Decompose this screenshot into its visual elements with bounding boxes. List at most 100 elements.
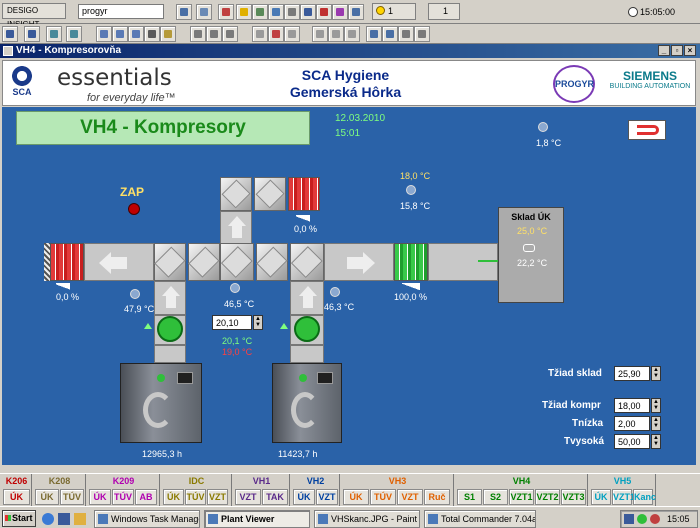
damper-right[interactable] (394, 243, 428, 281)
setpoint-spinner-1[interactable]: ▲ ▼ (651, 366, 661, 381)
tool-icon-b13[interactable] (252, 26, 268, 42)
tool-icon-b10[interactable] (190, 26, 206, 42)
tool-icon-10[interactable] (332, 4, 348, 20)
tool-icon-b11[interactable] (206, 26, 222, 42)
setpoint-value-2[interactable]: 18,00 (614, 398, 650, 413)
fan-right-icon[interactable] (294, 316, 320, 342)
nav-button[interactable]: ÚK (89, 489, 111, 505)
tool-icon-9[interactable] (316, 4, 332, 20)
tool-icon-b20[interactable] (382, 26, 398, 42)
tool-icon-b19[interactable] (366, 26, 382, 42)
tool-icon-b4[interactable] (66, 26, 82, 42)
nav-button[interactable]: ÚK (591, 489, 611, 505)
nav-button[interactable]: VZT (397, 489, 423, 505)
nav-button[interactable]: ÚK (163, 489, 184, 505)
nav-button[interactable]: AB (135, 489, 157, 505)
close-button[interactable]: × (684, 45, 696, 56)
tool-icon-2[interactable] (196, 4, 212, 20)
tool-icon-3[interactable] (218, 4, 234, 20)
tool-icon-b22[interactable] (414, 26, 430, 42)
nav-back-icon[interactable] (2, 26, 18, 42)
nav-button[interactable]: VZT (207, 489, 228, 505)
maximize-button[interactable]: ▫ (671, 45, 683, 56)
alarm-icon (376, 6, 385, 15)
clock-icon[interactable] (300, 4, 316, 20)
mix-setpoint-field[interactable]: 20,10 ▲ ▼ (212, 315, 264, 330)
tool-icon-b3[interactable] (46, 26, 62, 42)
tool-icon-b18[interactable] (344, 26, 360, 42)
tray-icon-2[interactable] (637, 514, 647, 524)
nav-button[interactable]: VZT1 (612, 489, 635, 505)
tool-icon-b8[interactable] (144, 26, 160, 42)
nav-button[interactable]: ÚK (343, 489, 369, 505)
window-titlebar[interactable]: VH4 - Kompresorovňa _ ▫ × (0, 44, 700, 58)
task-button-3[interactable]: VHSkanc.JPG - Paint (314, 510, 420, 528)
setpoint-value-1[interactable]: 25,90 (614, 366, 650, 381)
nav-button[interactable]: Kanc (633, 489, 656, 505)
mix-setpoint-value[interactable]: 20,10 (212, 315, 252, 330)
duct-main-1 (84, 243, 154, 281)
nav-button[interactable]: TAK (262, 489, 288, 505)
setpoint-spinner-2[interactable]: ▲ ▼ (651, 398, 661, 413)
tool-icon-b17[interactable] (328, 26, 344, 42)
bell-icon[interactable] (236, 4, 252, 20)
tool-icon-b5[interactable] (96, 26, 112, 42)
nav-button[interactable]: ÚK (35, 489, 59, 505)
tool-icon-b6[interactable] (112, 26, 128, 42)
quicklaunch-ie-icon[interactable] (42, 513, 54, 525)
tray-icon-1[interactable] (624, 514, 634, 524)
quicklaunch-save-icon[interactable] (58, 513, 70, 525)
compressor-1[interactable] (120, 363, 202, 443)
nav-button[interactable]: VZT (316, 489, 338, 505)
tool-icon-b15[interactable] (284, 26, 300, 42)
nav-button[interactable]: ÚK (3, 489, 30, 505)
print-icon[interactable] (222, 26, 238, 42)
nav-button[interactable]: TÚV (112, 489, 134, 505)
nav-button[interactable]: TÚV (370, 489, 396, 505)
tool-icon-11[interactable] (348, 4, 364, 20)
tray-icon-3[interactable] (650, 514, 660, 524)
nav-button[interactable]: ÚK (293, 489, 315, 505)
minimize-button[interactable]: _ (658, 45, 670, 56)
quicklaunch-folder-icon[interactable] (74, 513, 86, 525)
tool-icon-5[interactable] (252, 4, 268, 20)
damper-left[interactable] (50, 243, 84, 281)
setpoint-value-3[interactable]: 2,00 (614, 416, 650, 431)
nav-button[interactable]: VZT3 (561, 489, 586, 505)
tool-icon-b14[interactable] (268, 26, 284, 42)
tool-icon-b16[interactable] (312, 26, 328, 42)
setpoint-spinner-3[interactable]: ▲ ▼ (651, 416, 661, 431)
fan-left-icon[interactable] (157, 316, 183, 342)
search-icon[interactable] (284, 4, 300, 20)
nav-button[interactable]: VZT2 (535, 489, 560, 505)
task-button-1[interactable]: Windows Task Manager (94, 510, 200, 528)
nav-button[interactable]: S2 (483, 489, 508, 505)
compressor-2[interactable] (272, 363, 342, 443)
nav-button[interactable]: TÚV (60, 489, 84, 505)
task-button-2[interactable]: Plant Viewer (204, 510, 310, 528)
start-button[interactable]: Start (2, 510, 36, 527)
tool-icon-b7[interactable] (128, 26, 144, 42)
nav-button[interactable]: VZT1 (509, 489, 534, 505)
nav-button[interactable]: S1 (457, 489, 482, 505)
tool-icon-b9[interactable] (160, 26, 176, 42)
setpoint-spinner-4[interactable]: ▲ ▼ (651, 434, 661, 449)
event-indicator[interactable]: 1 (428, 3, 460, 20)
tool-icon-6[interactable] (268, 4, 284, 20)
setpoint-value-4[interactable]: 50,00 (614, 434, 650, 449)
task-button-4[interactable]: Total Commander 7.04a ... (424, 510, 536, 528)
app-menu[interactable]: DESIGO INSIGHT (2, 3, 66, 29)
user-field[interactable]: progyr (78, 4, 164, 19)
tool-icon-1[interactable] (176, 4, 192, 20)
damper-top[interactable] (288, 177, 320, 211)
tool-icon-b21[interactable] (398, 26, 414, 42)
nav-button[interactable]: Ruč (424, 489, 450, 505)
mix-setpoint-spinner[interactable]: ▲ ▼ (253, 315, 263, 330)
back-button[interactable] (628, 120, 666, 140)
nav-button[interactable]: VZT (235, 489, 261, 505)
nav-group-7: VH4 S1 S2 VZT1 VZT2 VZT3 (456, 474, 588, 506)
nav-button[interactable]: TÚV (185, 489, 206, 505)
alarm-indicator[interactable]: 1 (372, 3, 416, 20)
nav-group-title: K208 (48, 476, 71, 486)
nav-forward-icon[interactable] (24, 26, 40, 42)
